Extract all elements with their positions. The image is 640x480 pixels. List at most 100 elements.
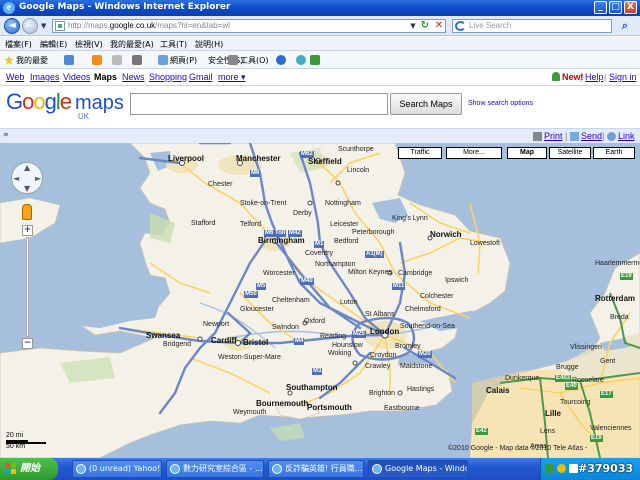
pan-control[interactable]: ▲ ▼ ◄ ► (11, 162, 43, 194)
research-icon[interactable] (310, 55, 320, 65)
gbar-shopping[interactable]: Shopping (149, 72, 187, 82)
gbar-web[interactable]: Web (6, 72, 24, 82)
more-layers-button[interactable]: More... (446, 147, 502, 159)
task-forum[interactable]: 數力研究室綜合區 - ... (166, 460, 264, 478)
map-canvas[interactable]: Liverpool Manchester Sheffield Scunthorp… (0, 143, 640, 458)
task-yahoo-mail[interactable]: (0 unread) Yahoo! Ma... (72, 460, 162, 478)
zoom-in-button[interactable]: + (22, 225, 33, 236)
maximize-button[interactable]: □ (609, 1, 622, 14)
place-lille: Lille (545, 409, 562, 418)
window-titlebar[interactable]: e Google Maps - Windows Internet Explore… (0, 0, 640, 16)
pan-down-icon[interactable]: ▼ (24, 184, 30, 193)
print-icon[interactable] (132, 55, 142, 65)
place-cardiff: Cardiff (211, 336, 237, 345)
place-bromley: Bromley (395, 343, 421, 350)
pan-left-icon[interactable]: ◄ (13, 174, 19, 183)
messenger-icon[interactable] (296, 55, 306, 65)
add-favorite-icon[interactable] (64, 55, 74, 65)
search-icon[interactable]: ⌕ (615, 19, 635, 33)
refresh-icon[interactable]: ↻ (419, 20, 431, 32)
rss-icon[interactable] (92, 55, 102, 65)
link-separator: | (565, 131, 568, 141)
favorites-bar: 我的最愛 網頁(P) 安全性(S) 工具(O) (0, 51, 640, 69)
menu-file[interactable]: 檔案(F) (5, 39, 32, 50)
road-label-m11: M11 (392, 283, 406, 290)
menu-tools[interactable]: 工具(T) (160, 39, 187, 50)
menu-favorites[interactable]: 我的最愛(A) (110, 39, 154, 50)
place-southend: Southend-on-Sea (400, 323, 455, 330)
address-field[interactable]: http://maps.google.co.uk/maps?hl=en&tab=… (52, 19, 446, 33)
place-maidstone: Maidstone (400, 363, 433, 370)
scale-km: 50 km (6, 443, 26, 450)
scale-miles: 20 mi (6, 432, 24, 439)
gbar-news[interactable]: News (122, 72, 145, 82)
road-label-e19: E19 (620, 273, 633, 280)
link-link[interactable]: Link (618, 131, 635, 141)
map-view-button[interactable]: Map (507, 147, 547, 159)
menu-help[interactable]: 說明(H) (195, 39, 223, 50)
gbar-videos[interactable]: Videos (63, 72, 90, 82)
tools-menu[interactable]: 工具(O) (240, 55, 269, 66)
back-icon[interactable]: ◄ (4, 18, 20, 34)
gbar-sign-in[interactable]: Sign in (609, 72, 637, 82)
place-cheltenham: Cheltenham (272, 297, 310, 304)
live-search-field[interactable]: Live Search (452, 19, 612, 33)
satellite-view-button[interactable]: Satellite (549, 147, 591, 159)
page-menu[interactable]: 網頁(P) (170, 55, 197, 66)
forward-icon[interactable]: ► (22, 18, 38, 34)
send-link[interactable]: Send (581, 131, 602, 141)
help-icon[interactable] (276, 55, 286, 65)
gbar-divider (0, 85, 640, 86)
place-coventry: Coventry (305, 250, 334, 257)
map-link-bar: » Print | Send | Link (0, 128, 640, 143)
tray-icon[interactable] (545, 464, 554, 473)
earth-view-button[interactable]: Earth (593, 147, 635, 159)
place-manchester: Manchester (236, 154, 281, 163)
tray-icon[interactable] (557, 464, 566, 473)
favorites-star-icon[interactable] (4, 55, 14, 65)
road-label-m6-toll: M6 Toll (264, 230, 287, 237)
search-maps-button[interactable]: Search Maps (390, 93, 462, 115)
live-search-placeholder: Live Search (469, 21, 512, 30)
tools-gear-icon[interactable] (228, 55, 238, 65)
print-link[interactable]: Print (544, 131, 563, 141)
tray-icon[interactable] (569, 464, 578, 473)
task-hero[interactable]: 反詐騙英雄! 行員職... (268, 460, 364, 478)
gbar-more[interactable]: more ▾ (218, 72, 246, 83)
place-bedford: Bedford (334, 238, 359, 245)
task-google-maps[interactable]: Google Maps - Windo... (368, 460, 468, 478)
minimize-button[interactable]: _ (594, 1, 607, 14)
road-label-e19b: E19 (590, 435, 603, 442)
gbar-images[interactable]: Images (30, 72, 60, 82)
address-dropdown-icon[interactable]: ▼ (407, 20, 419, 32)
stop-icon[interactable]: ✕ (433, 20, 445, 32)
gbar-gmail[interactable]: Gmail (189, 72, 213, 82)
zoom-slider[interactable] (26, 237, 29, 337)
pan-right-icon[interactable]: ► (35, 174, 41, 183)
send-mail-icon (570, 132, 579, 141)
show-search-options-link[interactable]: Show search options (468, 100, 533, 107)
link-chain-icon (607, 132, 616, 141)
pan-up-icon[interactable]: ▲ (24, 163, 30, 172)
safety-menu[interactable]: 安全性(S) (208, 55, 243, 66)
place-croydon: Croydon (370, 352, 397, 359)
collapse-panel-icon[interactable]: » (3, 130, 9, 140)
favorites-label[interactable]: 我的最愛 (16, 55, 48, 66)
ie-icon (272, 464, 282, 474)
mail-icon[interactable] (112, 55, 122, 65)
traffic-button[interactable]: Traffic (398, 147, 442, 159)
google-maps-logo[interactable]: Google maps (6, 89, 124, 115)
search-input[interactable] (130, 93, 388, 115)
zoom-out-button[interactable]: − (22, 338, 33, 349)
place-leicester: Leicester (330, 221, 359, 228)
menu-view[interactable]: 檢視(V) (75, 39, 103, 50)
page-menu-icon[interactable] (158, 55, 168, 65)
close-button[interactable]: X (624, 1, 637, 14)
history-dropdown-icon[interactable]: ▼ (41, 22, 46, 30)
menu-edit[interactable]: 編輯(E) (40, 39, 67, 50)
gbar-help[interactable]: Help (585, 72, 604, 82)
place-lens: Lens (540, 428, 556, 435)
start-button[interactable]: 開始 (0, 458, 58, 480)
place-calais: Calais (486, 386, 510, 395)
street-view-pegman-icon[interactable] (22, 204, 32, 220)
